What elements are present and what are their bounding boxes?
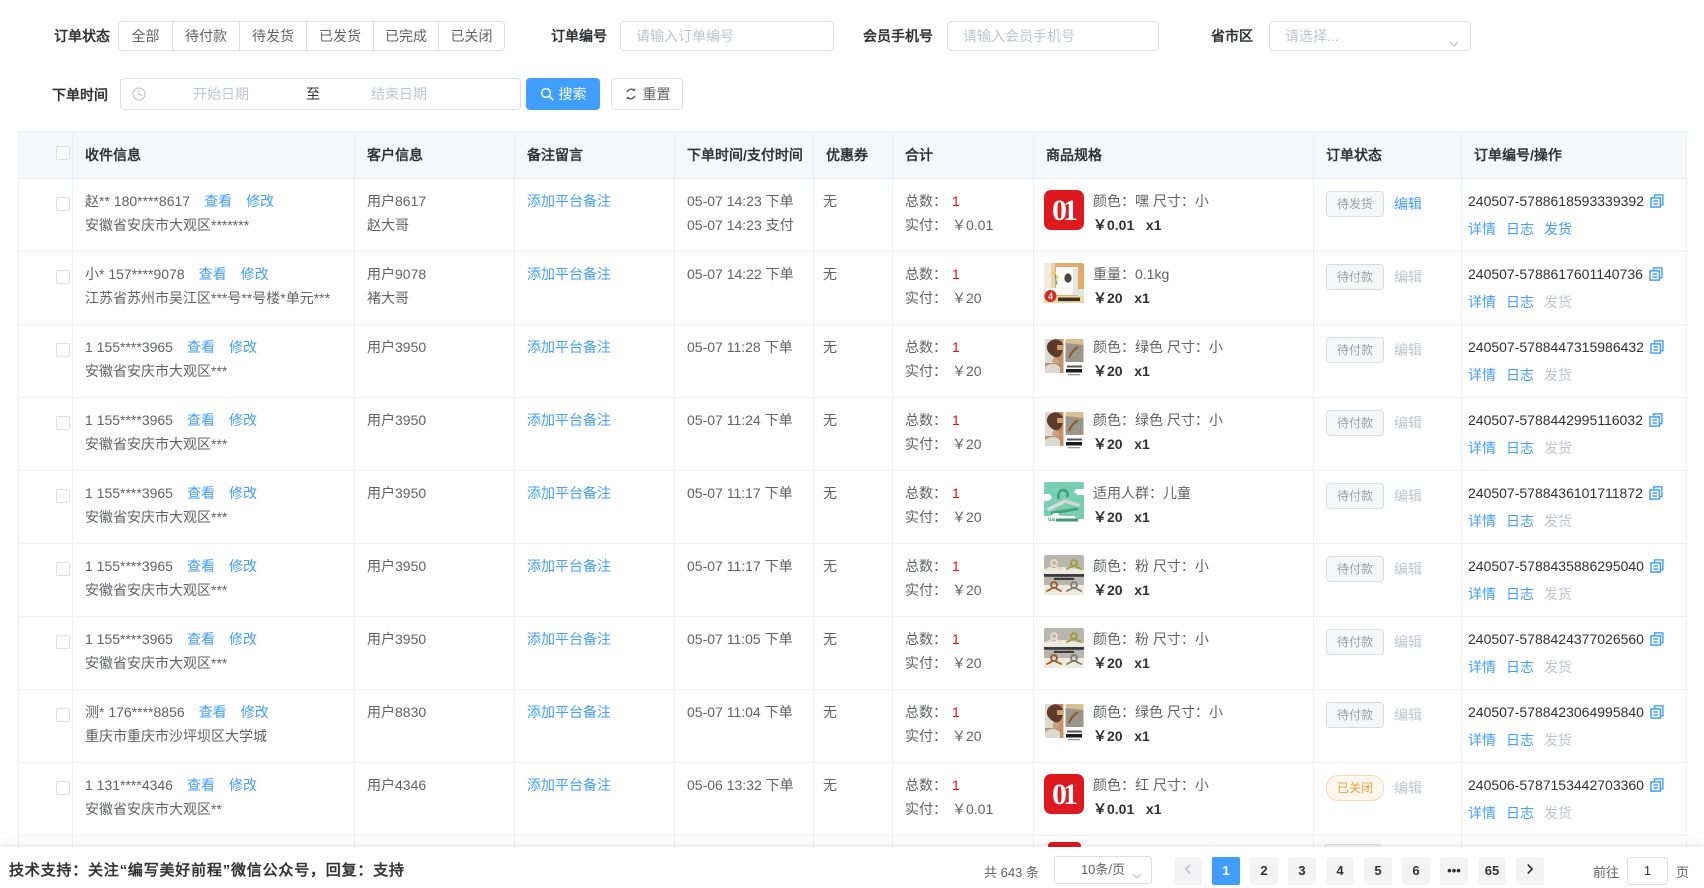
- svg-text:01: 01: [1052, 778, 1077, 811]
- svg-text:ua: ua: [1048, 517, 1056, 522]
- svg-text:01: 01: [1052, 194, 1077, 227]
- svg-text:4: 4: [1048, 292, 1053, 303]
